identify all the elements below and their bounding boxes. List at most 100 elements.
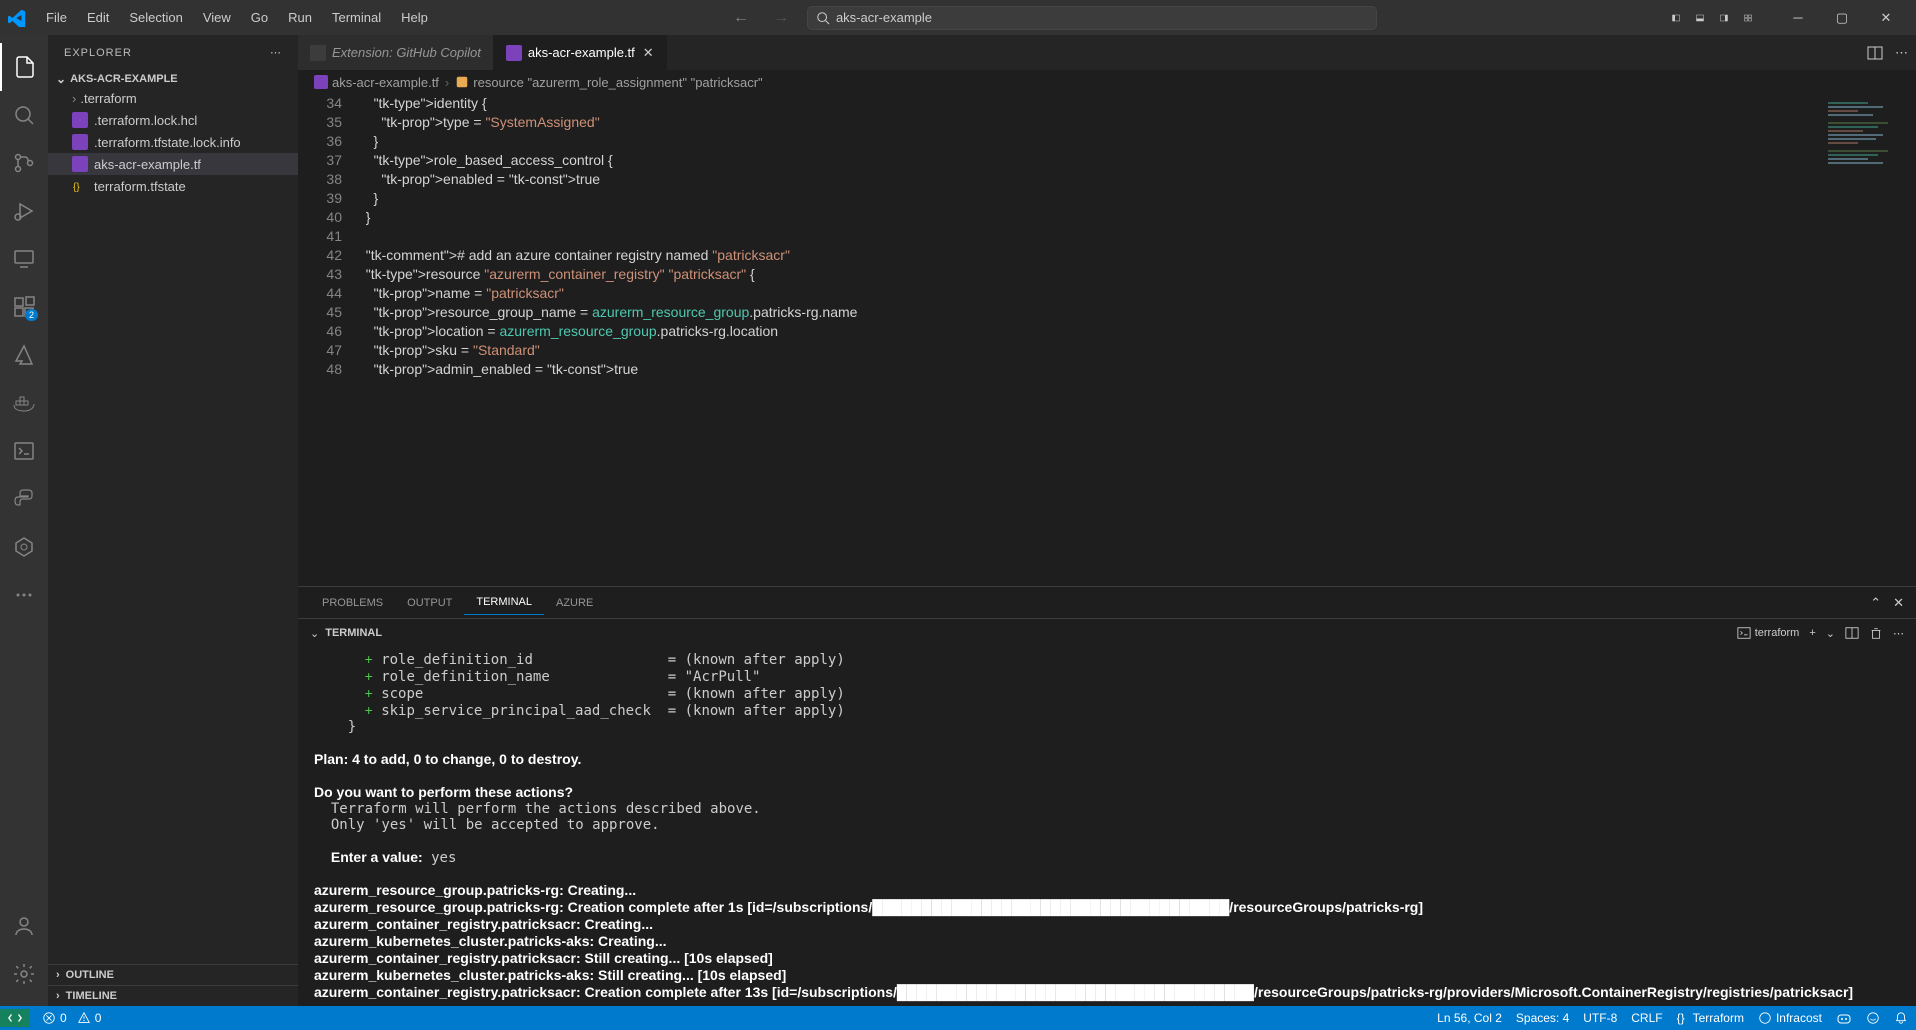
terminal-more-icon[interactable]: ⋯ — [1893, 627, 1904, 640]
workspace-header[interactable]: ⌄ AKS-ACR-EXAMPLE — [48, 70, 298, 88]
timeline-section[interactable]: › TIMELINE — [48, 985, 298, 1006]
terraform-icon — [314, 75, 328, 89]
status-copilot[interactable] — [1836, 1010, 1852, 1026]
activity-source-control[interactable] — [0, 139, 48, 187]
panel-tab-azure[interactable]: AZURE — [544, 591, 605, 615]
bell-icon — [1894, 1011, 1908, 1025]
tab-aks-acr-example[interactable]: aks-acr-example.tf ✕ — [494, 35, 667, 70]
panel-tab-terminal[interactable]: TERMINAL — [464, 590, 544, 615]
tree-file-lock-hcl[interactable]: .terraform.lock.hcl — [48, 109, 298, 131]
nav-back-icon[interactable]: ← — [727, 7, 755, 29]
status-spaces[interactable]: Spaces: 4 — [1516, 1011, 1569, 1025]
outline-section[interactable]: › OUTLINE — [48, 964, 298, 985]
activity-azure[interactable] — [0, 331, 48, 379]
symbol-icon — [455, 75, 469, 89]
breadcrumb-sep: › — [445, 75, 449, 90]
menu-view[interactable]: View — [195, 6, 239, 29]
menu-go[interactable]: Go — [243, 6, 276, 29]
panel-tab-output[interactable]: OUTPUT — [395, 591, 464, 615]
panel: PROBLEMS OUTPUT TERMINAL AZURE ⌃ ✕ ⌄ TER… — [298, 586, 1916, 1006]
activity-explorer[interactable] — [0, 43, 48, 91]
terminal-shell-indicator[interactable]: terraform — [1737, 626, 1800, 640]
status-feedback[interactable] — [1866, 1011, 1880, 1025]
status-language[interactable]: {}Terraform — [1677, 1011, 1744, 1025]
extension-icon — [310, 45, 326, 61]
menu-file[interactable]: File — [38, 6, 75, 29]
terminal-split-icon[interactable] — [1845, 626, 1859, 640]
activity-bar: 2 — [0, 35, 48, 1006]
sidebar-title: EXPLORER — [64, 47, 132, 59]
layout-bottom-icon[interactable] — [1692, 10, 1708, 26]
warning-icon — [77, 1011, 91, 1025]
vscode-logo-icon — [8, 9, 26, 27]
menu-selection[interactable]: Selection — [121, 6, 190, 29]
terminal-dropdown-icon[interactable]: ⌄ — [1826, 627, 1835, 640]
terminal-new-icon[interactable]: + — [1809, 627, 1815, 639]
tree-file-aks-acr-example[interactable]: aks-acr-example.tf — [48, 153, 298, 175]
status-infracost[interactable]: Infracost — [1758, 1011, 1822, 1025]
status-problems[interactable]: 0 0 — [42, 1011, 101, 1025]
nav-forward-icon[interactable]: → — [767, 7, 795, 29]
layout-customize-icon[interactable] — [1740, 10, 1756, 26]
feedback-icon — [1866, 1011, 1880, 1025]
svg-text:{}: {} — [73, 182, 80, 193]
terraform-icon — [506, 45, 522, 61]
terminal-kill-icon[interactable] — [1869, 626, 1883, 640]
layout-left-icon[interactable] — [1668, 10, 1684, 26]
terraform-icon — [72, 112, 88, 128]
tab-more-icon[interactable]: ⋯ — [1895, 45, 1908, 61]
activity-search[interactable] — [0, 91, 48, 139]
activity-more[interactable] — [0, 571, 48, 619]
window-minimize-button[interactable]: ─ — [1776, 3, 1820, 33]
extensions-badge: 2 — [25, 309, 38, 321]
titlebar: File Edit Selection View Go Run Terminal… — [0, 0, 1916, 35]
activity-extensions[interactable]: 2 — [0, 283, 48, 331]
search-icon — [816, 11, 830, 25]
chevron-right-icon: › — [72, 91, 76, 106]
menu-help[interactable]: Help — [393, 6, 436, 29]
tabs-bar: Extension: GitHub Copilot aks-acr-exampl… — [298, 35, 1916, 70]
activity-kubernetes[interactable] — [0, 523, 48, 571]
chevron-right-icon: › — [56, 990, 60, 1002]
status-encoding[interactable]: UTF-8 — [1583, 1011, 1617, 1025]
terminal-shell-icon — [1737, 626, 1751, 640]
terraform-icon — [72, 156, 88, 172]
tree-file-tfstate-lock[interactable]: .terraform.tfstate.lock.info — [48, 131, 298, 153]
chevron-down-icon[interactable]: ⌄ — [310, 627, 319, 640]
activity-terminal[interactable] — [0, 427, 48, 475]
menu-edit[interactable]: Edit — [79, 6, 117, 29]
code-editor[interactable]: 343536373839404142434445464748 "tk-type"… — [298, 94, 1916, 586]
command-center[interactable]: aks-acr-example — [807, 6, 1377, 30]
activity-run-debug[interactable] — [0, 187, 48, 235]
sidebar: EXPLORER ⋯ ⌄ AKS-ACR-EXAMPLE › .terrafor… — [48, 35, 298, 1006]
activity-settings[interactable] — [0, 950, 48, 998]
tab-github-copilot[interactable]: Extension: GitHub Copilot — [298, 35, 494, 70]
sidebar-more-icon[interactable]: ⋯ — [270, 46, 282, 59]
window-close-button[interactable]: ✕ — [1864, 3, 1908, 33]
activity-docker[interactable] — [0, 379, 48, 427]
close-icon[interactable]: ✕ — [643, 45, 654, 61]
status-notifications[interactable] — [1894, 1011, 1908, 1025]
menu-run[interactable]: Run — [280, 6, 320, 29]
activity-python[interactable] — [0, 475, 48, 523]
activity-remote-explorer[interactable] — [0, 235, 48, 283]
status-eol[interactable]: CRLF — [1631, 1011, 1662, 1025]
activity-accounts[interactable] — [0, 902, 48, 950]
menu-terminal[interactable]: Terminal — [324, 6, 389, 29]
terminal-content[interactable]: + role_definition_id = (known after appl… — [298, 647, 1916, 1006]
panel-maximize-icon[interactable]: ⌃ — [1870, 595, 1881, 611]
status-cursor[interactable]: Ln 56, Col 2 — [1437, 1011, 1502, 1025]
layout-right-icon[interactable] — [1716, 10, 1732, 26]
status-remote[interactable] — [0, 1009, 30, 1027]
panel-tab-problems[interactable]: PROBLEMS — [310, 591, 395, 615]
json-icon: {} — [72, 178, 88, 194]
breadcrumb[interactable]: aks-acr-example.tf › resource "azurerm_r… — [298, 70, 1916, 94]
split-editor-icon[interactable] — [1867, 45, 1883, 61]
panel-close-icon[interactable]: ✕ — [1893, 595, 1904, 611]
tree-folder-terraform[interactable]: › .terraform — [48, 88, 298, 109]
tree-file-tfstate[interactable]: {} terraform.tfstate — [48, 175, 298, 197]
code-content[interactable]: "tk-type">identity { "tk-prop">type = "S… — [358, 94, 1816, 586]
minimap[interactable] — [1816, 94, 1916, 586]
window-maximize-button[interactable]: ▢ — [1820, 3, 1864, 33]
chevron-right-icon: › — [56, 969, 60, 981]
